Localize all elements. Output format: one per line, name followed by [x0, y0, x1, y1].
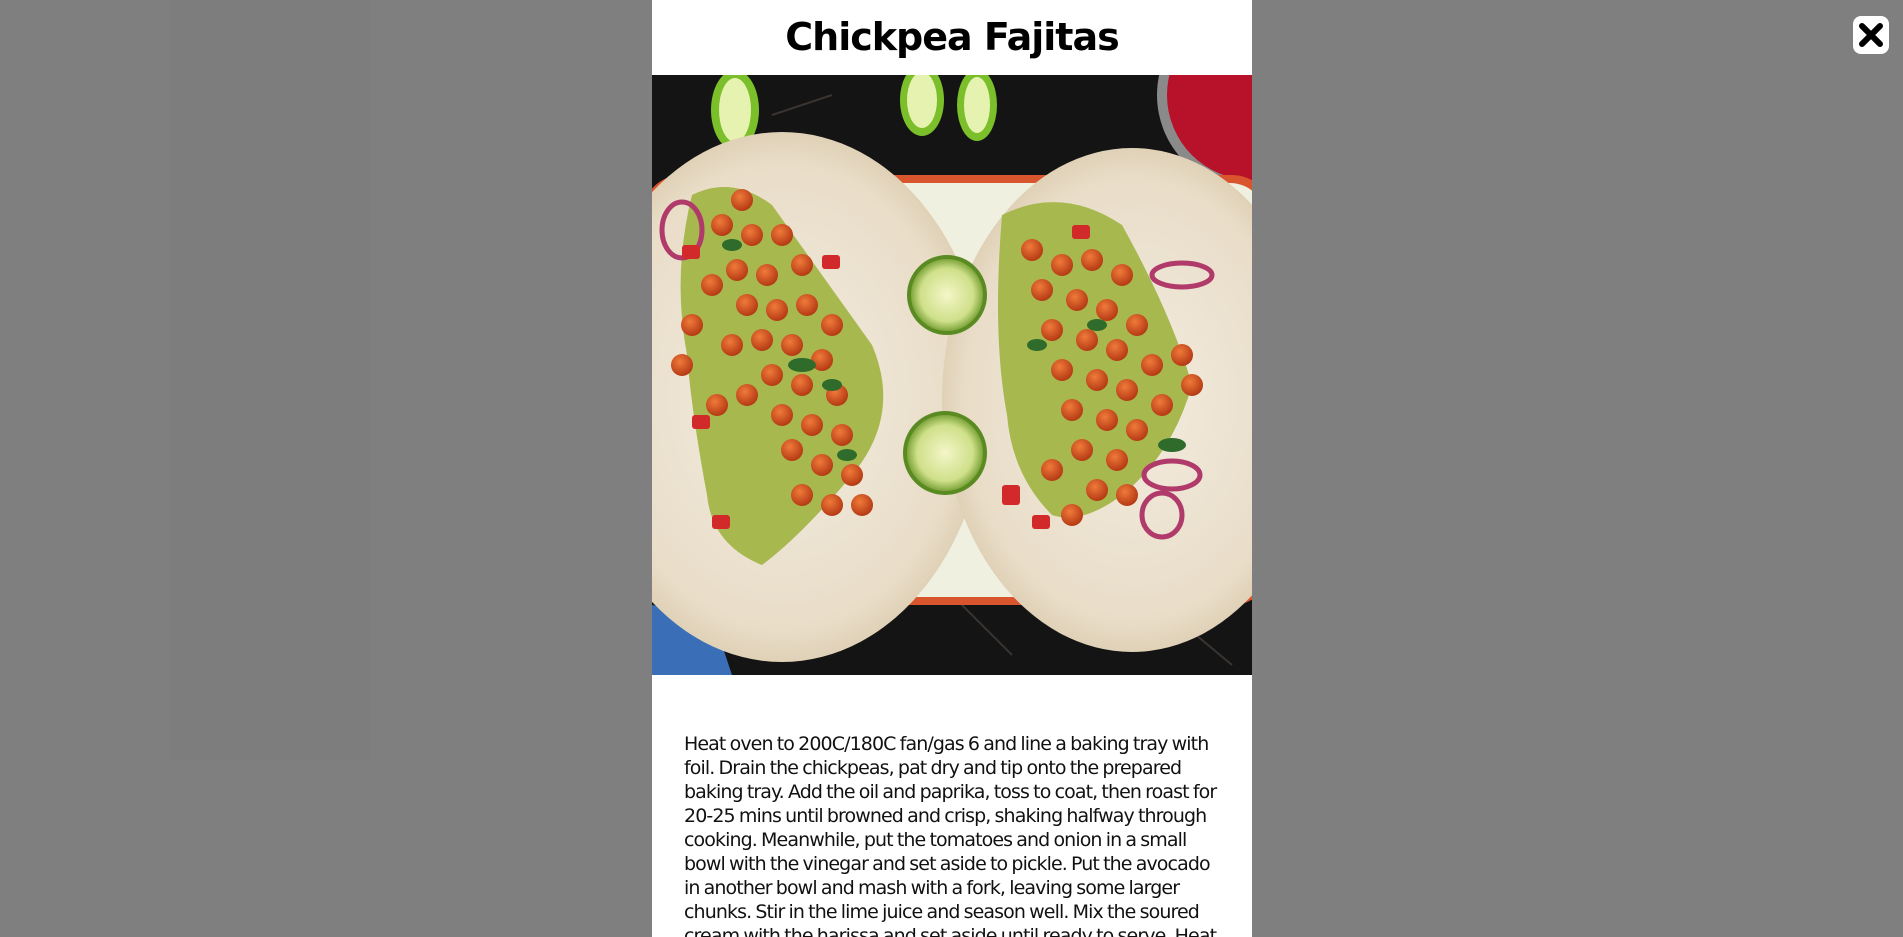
recipe-modal: Chickpea Fajitas Heat oven to 200C/180C … — [652, 0, 1252, 937]
recipe-method-text: Heat oven to 200C/180C fan/gas 6 and lin… — [684, 733, 1217, 937]
close-button[interactable] — [1853, 16, 1889, 54]
recipe-photo — [652, 75, 1252, 675]
recipe-title: Chickpea Fajitas — [785, 15, 1119, 59]
close-icon — [1859, 23, 1883, 47]
background-page-ghost — [170, 0, 370, 760]
